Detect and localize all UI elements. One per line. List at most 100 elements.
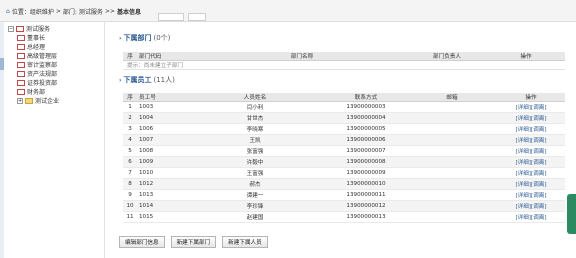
side-float-handle[interactable] [567,194,576,234]
cell-actions: [详细][调离] [497,178,565,190]
col-header: 员工号 [137,93,185,102]
collapse-icon[interactable]: − [8,25,14,32]
cell-actions: [详细][调离] [497,145,565,157]
cell-email [407,134,497,146]
cell-email [407,167,497,179]
detail-link[interactable]: [详细] [515,182,531,188]
transfer-link[interactable]: [调离] [531,171,547,177]
new-subdept-button[interactable]: 新建下属部门 [170,236,217,248]
cell-phone: 13900000007 [325,145,407,157]
cell-email [407,101,497,113]
transfer-link[interactable]: [调离] [531,105,547,111]
col-header: 联系方式 [325,93,407,102]
detail-link[interactable]: [详细] [515,204,531,210]
cell-name: 谭建一 [185,189,325,201]
tree-item[interactable]: 高级管理层 [17,51,57,60]
toolbar-field[interactable] [188,13,206,21]
col-header: 人员姓名 [185,93,325,102]
table-row: 6 1009 许毅中 13900000008 [详细][调离] [123,156,565,168]
cell-name: 甘世杰 [185,112,325,124]
dept-icon [17,70,25,77]
cell-employee-id: 1010 [137,167,185,179]
table-row: 7 1010 王富强 13900000009 [详细][调离] [123,167,565,179]
cell-phone: 13900000012 [325,200,407,212]
col-header: 部门负责人 [407,52,487,61]
cell-actions: [详细][调离] [497,167,565,179]
breadcrumb-home[interactable]: 位置：组织维护 [12,7,54,16]
dept-icon [17,34,25,41]
table-row: 9 1013 谭建一 13900000011 [详细][调离] [123,189,565,201]
detail-link[interactable]: [详细] [515,105,531,111]
org-icon [16,25,24,32]
cell-no: 3 [123,123,137,135]
cell-no: 8 [123,178,137,190]
edit-dept-button[interactable]: 编辑部门信息 [119,236,165,248]
detail-link[interactable]: [详细] [515,127,531,133]
cell-phone: 13900000011 [325,189,407,201]
subdept-section-title: › 下属部门 (0个) [119,34,171,42]
tree-item-sibling[interactable]: + 测试企业 [17,96,59,105]
detail-link[interactable]: [详细] [515,160,531,166]
cell-email [407,156,497,168]
breadcrumb-sep: > [55,8,61,15]
cell-name: 李晓寒 [185,123,325,135]
transfer-link[interactable]: [调离] [531,193,547,199]
detail-link[interactable]: [详细] [515,149,531,155]
cell-employee-id: 1012 [137,178,185,190]
transfer-link[interactable]: [调离] [531,160,547,166]
dept-tree: − 测试服务 董事长 总经理 高级管理层 审计监察部 资产法规部 证券投资部 财… [5,22,105,258]
cell-employee-id: 1015 [137,211,185,223]
transfer-link[interactable]: [调离] [531,149,547,155]
cell-employee-id: 1003 [137,101,185,113]
cell-phone: 13900000013 [325,211,407,223]
tree-item[interactable]: 资产法规部 [17,69,57,78]
detail-link[interactable]: [详细] [515,171,531,177]
cell-name: 张富强 [185,145,325,157]
cell-email [407,178,497,190]
dept-icon [17,79,25,86]
detail-link[interactable]: [详细] [515,116,531,122]
cell-actions: [详细][调离] [497,123,565,135]
breadcrumb-dept: 部门: [62,9,77,16]
toolbar-fields [158,13,206,21]
cell-phone: 13900000008 [325,156,407,168]
transfer-link[interactable]: [调离] [531,215,547,221]
cell-email [407,123,497,135]
tree-root[interactable]: − 测试服务 [8,24,50,33]
cell-employee-id: 1009 [137,156,185,168]
toolbar-field[interactable] [158,13,184,21]
tree-item[interactable]: 财务部 [17,87,45,96]
subdept-table: 序 部门代码 部门名称 部门负责人 操作 提示：尚未建立子部门 [123,52,565,70]
table-row: 4 1007 王凯 13900000006 [详细][调离] [123,134,565,146]
cell-phone: 13900000010 [325,178,407,190]
detail-link[interactable]: [详细] [515,215,531,221]
transfer-link[interactable]: [调离] [531,204,547,210]
cell-actions: [详细][调离] [497,200,565,212]
home-icon: ⌂ [6,8,10,15]
transfer-link[interactable]: [调离] [531,182,547,188]
new-staff-button[interactable]: 新建下属人员 [222,236,268,248]
detail-link[interactable]: [详细] [515,138,531,144]
transfer-link[interactable]: [调离] [531,138,547,144]
cell-employee-id: 1008 [137,145,185,157]
detail-link[interactable]: [详细] [515,193,531,199]
transfer-link[interactable]: [调离] [531,116,547,122]
tree-item[interactable]: 证券投资部 [17,78,57,87]
cell-no: 7 [123,167,137,179]
cell-email [407,112,497,124]
cell-actions: [详细][调离] [497,101,565,113]
cell-name: 王凯 [185,134,325,146]
col-header: 部门名称 [197,52,407,61]
collapse-arrow-icon[interactable] [0,58,4,70]
breadcrumb-company[interactable]: 测试服务 [79,7,103,16]
transfer-link[interactable]: [调离] [531,127,547,133]
section-arrow-icon: › [119,34,122,42]
expand-icon[interactable]: + [17,97,23,104]
tree-item[interactable]: 审计监察部 [17,60,57,69]
tree-item[interactable]: 总经理 [17,42,45,51]
tree-item[interactable]: 董事长 [17,33,45,42]
main-panel: › 下属部门 (0个) 序 部门代码 部门名称 部门负责人 操作 提示：尚未建立… [112,22,576,258]
cell-no: 11 [123,211,137,223]
empty-hint: 提示：尚未建立子部门 [123,60,565,70]
folder-icon [25,97,33,104]
